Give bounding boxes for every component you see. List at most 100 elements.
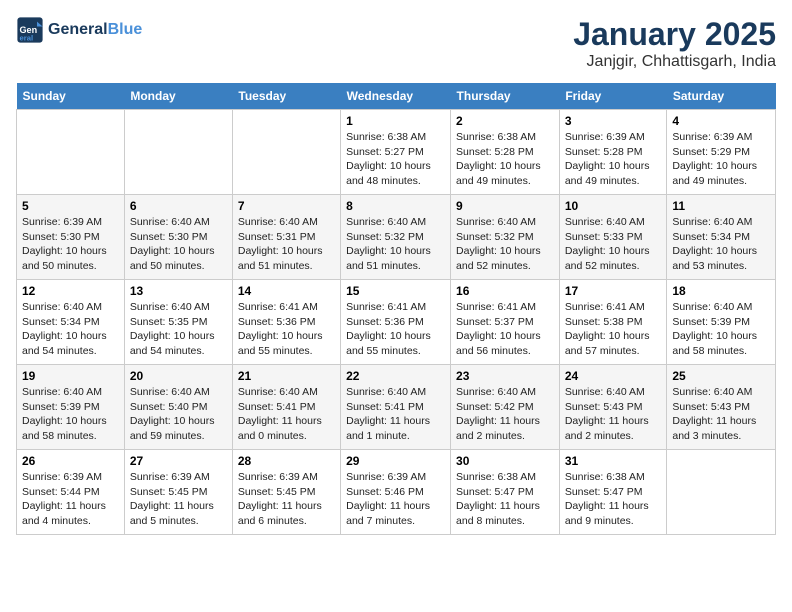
day-info: Sunrise: 6:39 AMSunset: 5:46 PMDaylight:… xyxy=(346,470,445,529)
day-number: 30 xyxy=(456,454,554,468)
weekday-header: Friday xyxy=(559,83,667,110)
calendar-cell: 17Sunrise: 6:41 AMSunset: 5:38 PMDayligh… xyxy=(559,280,667,365)
calendar-week-row: 19 Sunrise: 6:40 AMSunset: 5:39 PMDayligh… xyxy=(17,365,776,450)
day-number: 12 xyxy=(22,284,119,298)
calendar-cell: 18Sunrise: 6:40 AMSunset: 5:39 PMDayligh… xyxy=(667,280,776,365)
calendar-cell: 10 Sunrise: 6:40 AMSunset: 5:33 PMDayligh… xyxy=(559,195,667,280)
logo-general: GeneralBlue xyxy=(48,21,142,39)
day-info: Sunrise: 6:39 AMSunset: 5:29 PMDaylight:… xyxy=(672,130,770,189)
day-number: 29 xyxy=(346,454,445,468)
day-info: Sunrise: 6:40 AMSunset: 5:41 PMDaylight:… xyxy=(346,385,445,444)
calendar-week-row: 5 Sunrise: 6:39 AMSunset: 5:30 PMDaylight… xyxy=(17,195,776,280)
day-number: 25 xyxy=(672,369,770,383)
calendar-cell: 31 Sunrise: 6:38 AMSunset: 5:47 PMDayligh… xyxy=(559,450,667,535)
day-number: 4 xyxy=(672,114,770,128)
calendar-cell xyxy=(124,110,232,195)
day-info: Sunrise: 6:41 AMSunset: 5:36 PMDaylight:… xyxy=(238,300,335,359)
day-info: Sunrise: 6:40 AMSunset: 5:33 PMDaylight:… xyxy=(565,215,662,274)
day-number: 7 xyxy=(238,199,335,213)
day-number: 8 xyxy=(346,199,445,213)
day-number: 22 xyxy=(346,369,445,383)
day-info: Sunrise: 6:39 AMSunset: 5:30 PMDaylight:… xyxy=(22,215,119,274)
day-info: Sunrise: 6:39 AMSunset: 5:45 PMDaylight:… xyxy=(238,470,335,529)
day-info: Sunrise: 6:40 AMSunset: 5:34 PMDaylight:… xyxy=(672,215,770,274)
weekday-header: Tuesday xyxy=(232,83,340,110)
day-info: Sunrise: 6:40 AMSunset: 5:32 PMDaylight:… xyxy=(456,215,554,274)
calendar-cell: 11 Sunrise: 6:40 AMSunset: 5:34 PMDayligh… xyxy=(667,195,776,280)
day-info: Sunrise: 6:40 AMSunset: 5:40 PMDaylight:… xyxy=(130,385,227,444)
calendar-week-row: 12 Sunrise: 6:40 AMSunset: 5:34 PMDayligh… xyxy=(17,280,776,365)
calendar-week-row: 1 Sunrise: 6:38 AMSunset: 5:27 PMDaylight… xyxy=(17,110,776,195)
day-info: Sunrise: 6:40 AMSunset: 5:43 PMDaylight:… xyxy=(565,385,662,444)
svg-text:eral: eral xyxy=(20,34,34,43)
day-info: Sunrise: 6:38 AMSunset: 5:47 PMDaylight:… xyxy=(565,470,662,529)
page-header: Gen eral GeneralBlue January 2025 Janjgi… xyxy=(16,16,776,71)
day-number: 21 xyxy=(238,369,335,383)
calendar-cell xyxy=(17,110,125,195)
day-number: 11 xyxy=(672,199,770,213)
calendar-cell xyxy=(667,450,776,535)
day-number: 5 xyxy=(22,199,119,213)
day-info: Sunrise: 6:40 AMSunset: 5:39 PMDaylight:… xyxy=(22,385,119,444)
calendar-cell: 12 Sunrise: 6:40 AMSunset: 5:34 PMDayligh… xyxy=(17,280,125,365)
day-number: 19 xyxy=(22,369,119,383)
day-number: 28 xyxy=(238,454,335,468)
day-number: 23 xyxy=(456,369,554,383)
calendar-header-row: SundayMondayTuesdayWednesdayThursdayFrid… xyxy=(17,83,776,110)
logo: Gen eral GeneralBlue xyxy=(16,16,142,44)
calendar-cell: 3 Sunrise: 6:39 AMSunset: 5:28 PMDaylight… xyxy=(559,110,667,195)
day-info: Sunrise: 6:38 AMSunset: 5:27 PMDaylight:… xyxy=(346,130,445,189)
day-number: 27 xyxy=(130,454,227,468)
day-number: 20 xyxy=(130,369,227,383)
calendar-cell: 29 Sunrise: 6:39 AMSunset: 5:46 PMDayligh… xyxy=(341,450,451,535)
location: Janjgir, Chhattisgarh, India xyxy=(573,53,776,71)
calendar-cell: 14 Sunrise: 6:41 AMSunset: 5:36 PMDayligh… xyxy=(232,280,340,365)
calendar-cell: 9Sunrise: 6:40 AMSunset: 5:32 PMDaylight… xyxy=(451,195,560,280)
day-number: 31 xyxy=(565,454,662,468)
calendar-cell: 6Sunrise: 6:40 AMSunset: 5:30 PMDaylight… xyxy=(124,195,232,280)
day-info: Sunrise: 6:41 AMSunset: 5:36 PMDaylight:… xyxy=(346,300,445,359)
calendar-cell: 8 Sunrise: 6:40 AMSunset: 5:32 PMDaylight… xyxy=(341,195,451,280)
day-info: Sunrise: 6:40 AMSunset: 5:32 PMDaylight:… xyxy=(346,215,445,274)
day-info: Sunrise: 6:39 AMSunset: 5:28 PMDaylight:… xyxy=(565,130,662,189)
calendar-cell: 15 Sunrise: 6:41 AMSunset: 5:36 PMDayligh… xyxy=(341,280,451,365)
calendar-cell: 7Sunrise: 6:40 AMSunset: 5:31 PMDaylight… xyxy=(232,195,340,280)
day-number: 15 xyxy=(346,284,445,298)
day-number: 24 xyxy=(565,369,662,383)
calendar-cell: 13Sunrise: 6:40 AMSunset: 5:35 PMDayligh… xyxy=(124,280,232,365)
day-info: Sunrise: 6:40 AMSunset: 5:42 PMDaylight:… xyxy=(456,385,554,444)
day-number: 16 xyxy=(456,284,554,298)
calendar-cell: 2 Sunrise: 6:38 AMSunset: 5:28 PMDaylight… xyxy=(451,110,560,195)
calendar-table: SundayMondayTuesdayWednesdayThursdayFrid… xyxy=(16,83,776,535)
weekday-header: Sunday xyxy=(17,83,125,110)
calendar-cell: 4 Sunrise: 6:39 AMSunset: 5:29 PMDaylight… xyxy=(667,110,776,195)
logo-icon: Gen eral xyxy=(16,16,44,44)
weekday-header: Saturday xyxy=(667,83,776,110)
calendar-cell: 22 Sunrise: 6:40 AMSunset: 5:41 PMDayligh… xyxy=(341,365,451,450)
day-info: Sunrise: 6:38 AMSunset: 5:28 PMDaylight:… xyxy=(456,130,554,189)
day-info: Sunrise: 6:41 AMSunset: 5:37 PMDaylight:… xyxy=(456,300,554,359)
calendar-cell: 26 Sunrise: 6:39 AMSunset: 5:44 PMDayligh… xyxy=(17,450,125,535)
day-number: 3 xyxy=(565,114,662,128)
calendar-cell: 30 Sunrise: 6:38 AMSunset: 5:47 PMDayligh… xyxy=(451,450,560,535)
day-info: Sunrise: 6:40 AMSunset: 5:30 PMDaylight:… xyxy=(130,215,227,274)
day-info: Sunrise: 6:39 AMSunset: 5:44 PMDaylight:… xyxy=(22,470,119,529)
day-info: Sunrise: 6:40 AMSunset: 5:43 PMDaylight:… xyxy=(672,385,770,444)
day-info: Sunrise: 6:40 AMSunset: 5:41 PMDaylight:… xyxy=(238,385,335,444)
calendar-week-row: 26 Sunrise: 6:39 AMSunset: 5:44 PMDayligh… xyxy=(17,450,776,535)
weekday-header: Monday xyxy=(124,83,232,110)
calendar-cell: 23 Sunrise: 6:40 AMSunset: 5:42 PMDayligh… xyxy=(451,365,560,450)
calendar-cell: 16 Sunrise: 6:41 AMSunset: 5:37 PMDayligh… xyxy=(451,280,560,365)
day-info: Sunrise: 6:40 AMSunset: 5:35 PMDaylight:… xyxy=(130,300,227,359)
day-info: Sunrise: 6:40 AMSunset: 5:34 PMDaylight:… xyxy=(22,300,119,359)
calendar-cell: 25 Sunrise: 6:40 AMSunset: 5:43 PMDayligh… xyxy=(667,365,776,450)
day-number: 17 xyxy=(565,284,662,298)
day-info: Sunrise: 6:38 AMSunset: 5:47 PMDaylight:… xyxy=(456,470,554,529)
day-number: 26 xyxy=(22,454,119,468)
day-number: 1 xyxy=(346,114,445,128)
weekday-header: Thursday xyxy=(451,83,560,110)
day-number: 2 xyxy=(456,114,554,128)
day-number: 10 xyxy=(565,199,662,213)
day-number: 14 xyxy=(238,284,335,298)
calendar-cell: 19 Sunrise: 6:40 AMSunset: 5:39 PMDayligh… xyxy=(17,365,125,450)
